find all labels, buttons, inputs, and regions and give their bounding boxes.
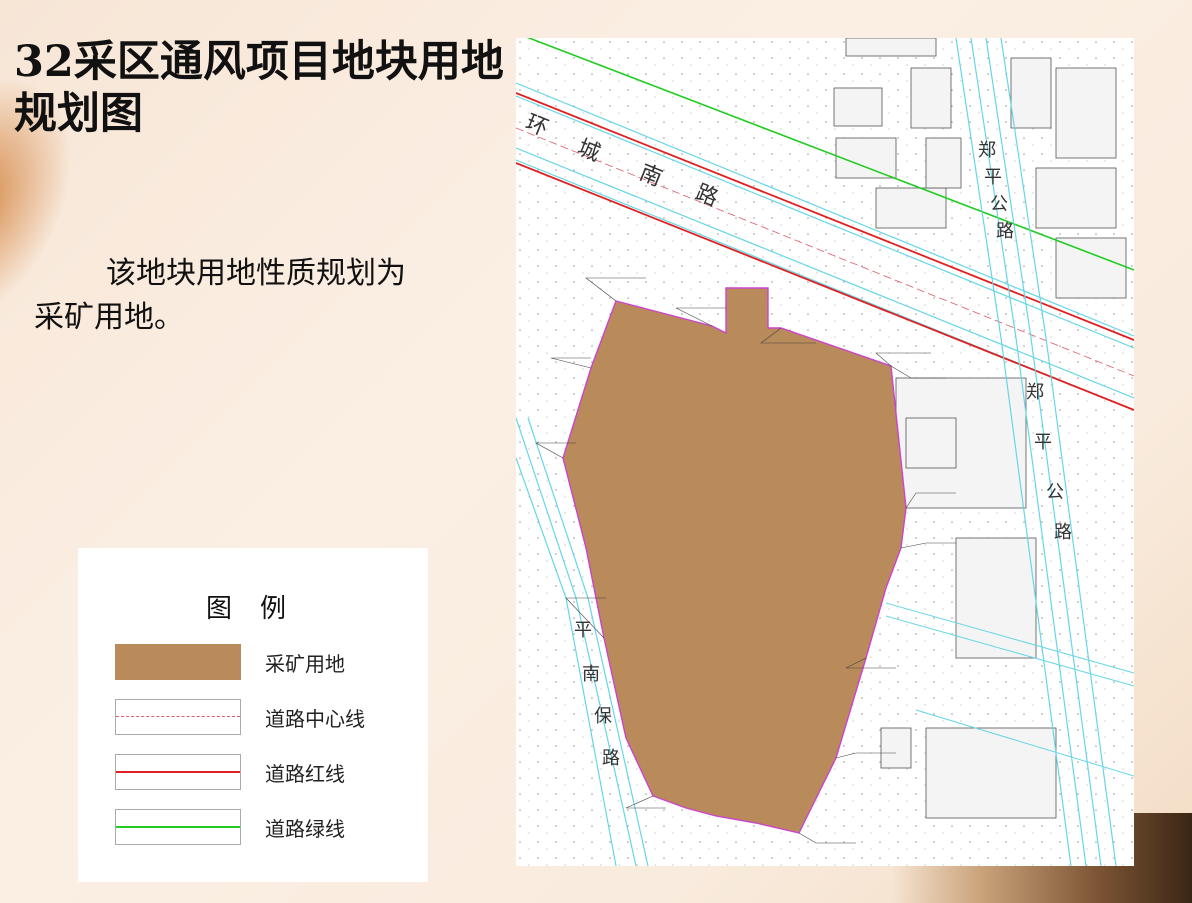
- road-label-char: 路: [1054, 522, 1072, 543]
- road-label-char: 郑: [1026, 382, 1044, 403]
- legend-item-road-red-line: 道路红线: [115, 754, 405, 790]
- slide-title: 32采区通风项目地块用地规划图: [14, 37, 504, 139]
- road-label-char: 路: [602, 748, 620, 769]
- description-text: 该地块用地性质规划为采矿用地。: [34, 256, 406, 335]
- legend-item-road-centerline: 道路中心线: [115, 699, 405, 735]
- legend-swatch-road-centerline: [115, 699, 241, 735]
- legend-item-mining-land: 采矿用地: [115, 644, 405, 680]
- legend-label: 道路中心线: [265, 707, 365, 731]
- legend-label: 道路绿线: [265, 817, 345, 841]
- legend-swatch-road-green-line: [115, 809, 241, 845]
- road-label-char: 公: [1046, 482, 1064, 503]
- map-canvas: 环 城 南 路 郑 平 公 路 郑 平 公 路 平 南 保 路: [516, 38, 1134, 866]
- road-label-char: 南: [582, 664, 600, 685]
- road-label-char: 路: [996, 221, 1014, 242]
- road-label-char: 平: [984, 167, 1002, 188]
- road-label-char: 保: [594, 706, 612, 727]
- road-label-char: 公: [990, 194, 1008, 215]
- road-label-char: 平: [574, 620, 592, 641]
- legend-swatch-mining-land: [115, 644, 241, 680]
- legend-label: 道路红线: [265, 762, 345, 786]
- legend-swatch-road-red-line: [115, 754, 241, 790]
- legend-label: 采矿用地: [265, 652, 345, 676]
- road-label-char: 平: [1034, 432, 1052, 453]
- road-label-char: 郑: [978, 140, 996, 161]
- legend-item-road-green-line: 道路绿线: [115, 809, 405, 845]
- slide-description: 该地块用地性质规划为采矿用地。: [34, 252, 414, 340]
- map-legend: 图例 采矿用地 道路中心线 道路红线 道路绿线: [78, 548, 428, 882]
- legend-title: 图例: [205, 594, 314, 624]
- land-use-map: 环 城 南 路 郑 平 公 路 郑 平 公 路 平 南 保 路: [516, 38, 1134, 866]
